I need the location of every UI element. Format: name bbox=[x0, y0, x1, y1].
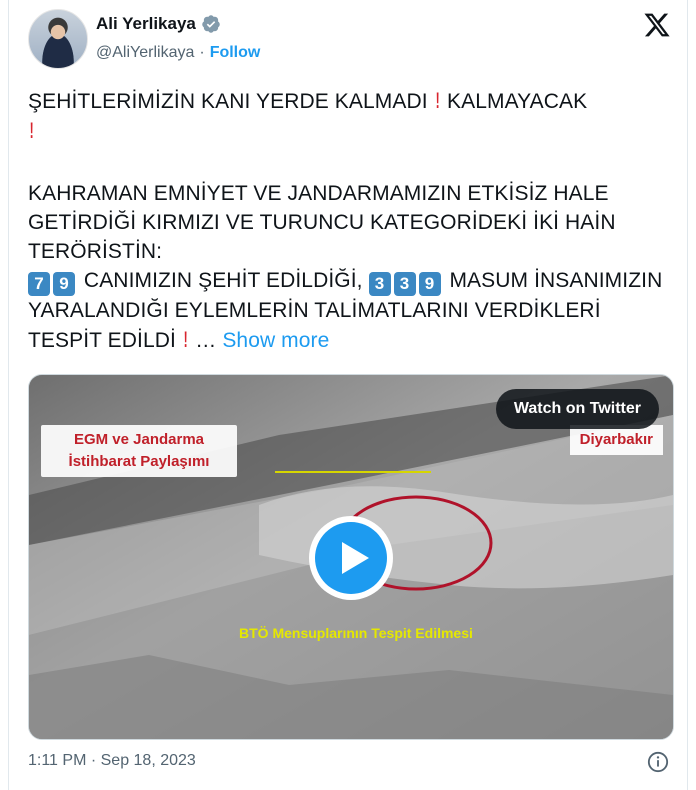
ellipsis: … bbox=[189, 329, 223, 352]
verified-badge-icon bbox=[202, 15, 220, 33]
info-icon[interactable] bbox=[647, 751, 669, 773]
keycap-digit: 3 bbox=[368, 272, 391, 296]
source-label: EGM ve Jandarma İstihbarat Paylaşımı bbox=[41, 425, 237, 477]
tweet-line-2: KAHRAMAN EMNİYET VE JANDARMAMIZIN ETKİSİ… bbox=[28, 182, 616, 263]
play-icon[interactable] bbox=[307, 514, 395, 602]
tweet-line-1b: KALMAYACAK bbox=[441, 90, 588, 113]
exclamation-icon: ! bbox=[183, 327, 188, 352]
exclamation-icon: ! bbox=[29, 118, 34, 143]
keycap-digit: 9 bbox=[418, 272, 441, 296]
video-thumbnail[interactable]: EGM ve Jandarma İstihbarat Paylaşımı Diy… bbox=[28, 374, 674, 740]
author-handle[interactable]: @AliYerlikaya bbox=[96, 44, 194, 62]
keycap-digit: 9 bbox=[53, 272, 75, 296]
exclamation-icon: ! bbox=[435, 88, 440, 113]
author-name-row: Ali Yerlikaya bbox=[96, 14, 221, 34]
location-label: Diyarbakır bbox=[569, 425, 663, 455]
author-handle-row: @AliYerlikaya · Follow bbox=[96, 44, 260, 62]
keycap-digit: 3 bbox=[393, 272, 416, 296]
source-label-line-2: İstihbarat Paylaşımı bbox=[68, 453, 210, 470]
avatar[interactable] bbox=[28, 9, 88, 69]
source-label-line-1: EGM ve Jandarma bbox=[73, 431, 205, 448]
tweet-timestamp[interactable]: 1:11 PM · Sep 18, 2023 bbox=[28, 752, 196, 770]
follow-button[interactable]: Follow bbox=[210, 44, 261, 62]
show-more-link[interactable]: Show more bbox=[222, 329, 329, 352]
keycap-digit: 7 bbox=[28, 272, 50, 296]
author-name[interactable]: Ali Yerlikaya bbox=[96, 14, 196, 34]
tweet-line-1: ŞEHİTLERİMİZİN KANI YERDE KALMADI bbox=[28, 90, 428, 113]
watch-on-twitter-button[interactable]: Watch on Twitter bbox=[495, 389, 659, 429]
x-logo-icon[interactable] bbox=[643, 11, 671, 39]
separator-dot: · bbox=[199, 44, 205, 61]
tweet-text: ŞEHİTLERİMİZİN KANI YERDE KALMADI ! KALM… bbox=[28, 86, 676, 355]
video-caption: BTÖ Mensuplarının Tespit Edilmesi bbox=[239, 625, 473, 641]
tweet-line-3: CANIMIZIN ŞEHİT EDİLDİĞİ, bbox=[78, 269, 369, 292]
